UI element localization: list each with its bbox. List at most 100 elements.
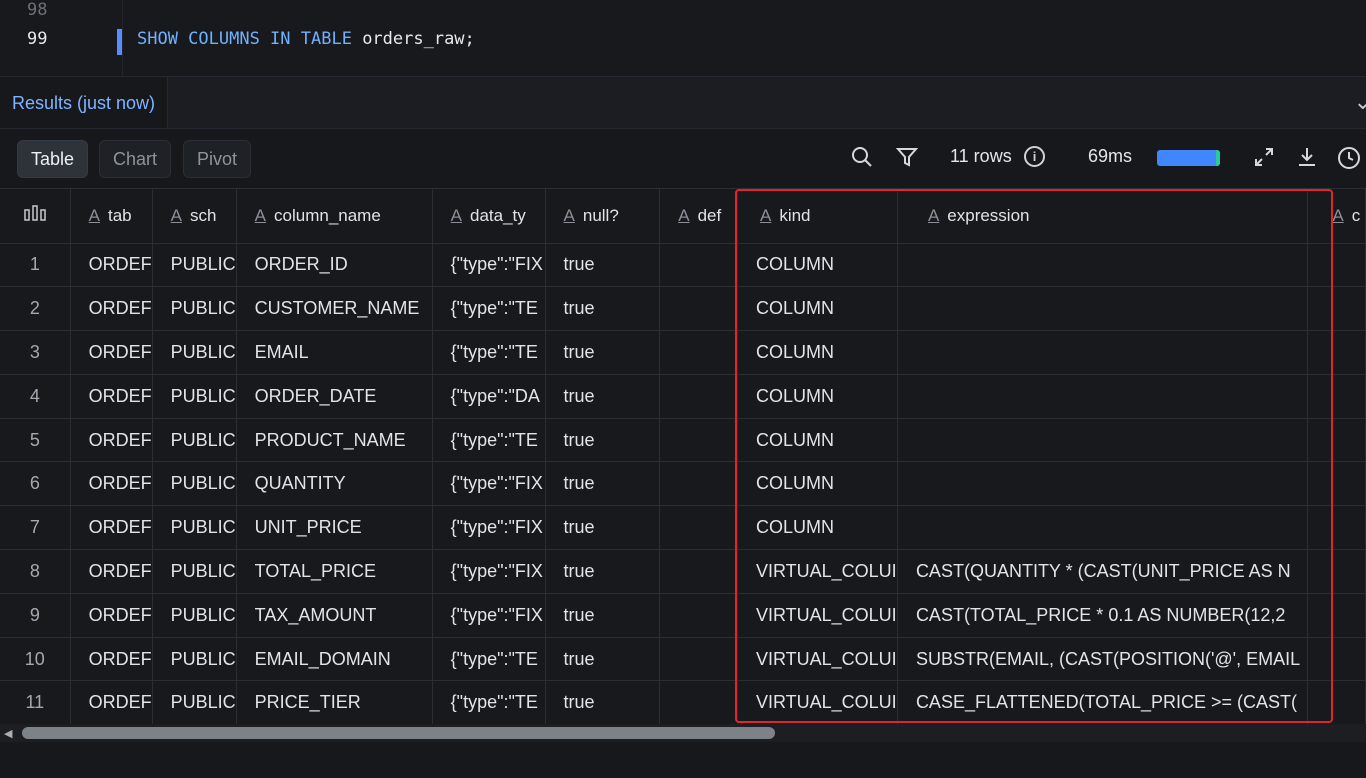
extra-cell[interactable] — [1307, 286, 1366, 332]
kind-cell[interactable]: COLUMN — [737, 461, 898, 507]
default-cell[interactable] — [659, 593, 738, 638]
kind-cell[interactable]: COLUMN — [737, 374, 898, 419]
default-cell[interactable] — [659, 680, 738, 724]
expression-cell[interactable] — [897, 505, 1309, 551]
kind-cell[interactable]: COLUMN — [737, 330, 898, 375]
expression-cell[interactable]: CAST(QUANTITY * (CAST(UNIT_PRICE AS N — [897, 549, 1309, 594]
kind-cell[interactable]: VIRTUAL_COLUI — [737, 637, 898, 682]
table-view-button[interactable]: Table — [17, 140, 89, 178]
kind-cell[interactable]: VIRTUAL_COLUI — [737, 549, 898, 594]
expression-cell[interactable] — [897, 461, 1309, 507]
schema-name-cell[interactable]: PUBLIC — [152, 461, 237, 507]
column-header[interactable]: Ac — [1307, 189, 1366, 244]
column-header[interactable]: Acolumn_name — [236, 189, 433, 244]
null-cell[interactable]: true — [545, 243, 661, 288]
pivot-view-button[interactable]: Pivot — [183, 140, 252, 178]
table-row[interactable]: 5 ORDEF PUBLIC PRODUCT_NAME {"type":"TE true C… — [0, 418, 1366, 463]
schema-name-cell[interactable]: PUBLIC — [152, 330, 237, 375]
schema-name-cell[interactable]: PUBLIC — [152, 374, 237, 419]
table-row[interactable]: 4 ORDEF PUBLIC ORDER_DATE {"type":"DA true COL… — [0, 374, 1366, 419]
table-row[interactable]: 9 ORDEF PUBLIC TAX_AMOUNT {"type":"FIX true VI… — [0, 593, 1366, 638]
default-cell[interactable] — [659, 418, 738, 463]
filter-icon[interactable] — [895, 146, 919, 173]
extra-cell[interactable] — [1307, 330, 1366, 375]
horizontal-scrollbar[interactable]: ◀ — [0, 724, 1366, 742]
expression-cell[interactable] — [897, 330, 1309, 375]
data-type-cell[interactable]: {"type":"TE — [432, 680, 546, 724]
extra-cell[interactable] — [1307, 637, 1366, 682]
column-name-cell[interactable]: PRICE_TIER — [236, 680, 433, 724]
table-name-cell[interactable]: ORDEF — [70, 461, 153, 507]
null-cell[interactable]: true — [545, 330, 661, 375]
schema-name-cell[interactable]: PUBLIC — [152, 243, 237, 288]
column-header[interactable]: Adef — [659, 189, 738, 244]
table-row[interactable]: 3 ORDEF PUBLIC EMAIL {"type":"TE true COLUMN — [0, 330, 1366, 375]
kind-cell[interactable]: VIRTUAL_COLUI — [737, 593, 898, 638]
schema-name-cell[interactable]: PUBLIC — [152, 418, 237, 463]
schema-name-cell[interactable]: PUBLIC — [152, 637, 237, 682]
column-name-cell[interactable]: EMAIL — [236, 330, 433, 375]
table-name-cell[interactable]: ORDEF — [70, 549, 153, 594]
default-cell[interactable] — [659, 330, 738, 375]
row-number[interactable]: 8 — [0, 549, 71, 594]
data-type-cell[interactable]: {"type":"TE — [432, 286, 546, 332]
extra-cell[interactable] — [1307, 418, 1366, 463]
info-icon[interactable]: i — [1024, 146, 1045, 167]
row-number[interactable]: 3 — [0, 330, 71, 375]
schema-name-cell[interactable]: PUBLIC — [152, 549, 237, 594]
column-name-cell[interactable]: QUANTITY — [236, 461, 433, 507]
data-type-cell[interactable]: {"type":"TE — [432, 637, 546, 682]
expand-icon[interactable] — [1253, 146, 1275, 173]
column-name-cell[interactable]: UNIT_PRICE — [236, 505, 433, 551]
data-type-cell[interactable]: {"type":"FIX — [432, 593, 546, 638]
table-row[interactable]: 10 ORDEF PUBLIC EMAIL_DOMAIN {"type":"TE true… — [0, 637, 1366, 682]
data-type-cell[interactable]: {"type":"FIX — [432, 461, 546, 507]
table-name-cell[interactable]: ORDEF — [70, 243, 153, 288]
table-name-cell[interactable]: ORDEF — [70, 418, 153, 463]
code-line[interactable]: SHOW COLUMNS IN TABLE orders_raw; — [137, 29, 475, 49]
extra-cell[interactable] — [1307, 680, 1366, 724]
null-cell[interactable]: true — [545, 593, 661, 638]
kind-cell[interactable]: COLUMN — [737, 286, 898, 332]
table-name-cell[interactable]: ORDEF — [70, 330, 153, 375]
default-cell[interactable] — [659, 505, 738, 551]
scrollbar-thumb[interactable] — [22, 727, 775, 739]
row-number[interactable]: 10 — [0, 637, 71, 682]
column-settings-icon[interactable] — [0, 189, 71, 244]
table-row[interactable]: 8 ORDEF PUBLIC TOTAL_PRICE {"type":"FIX true V… — [0, 549, 1366, 594]
download-icon[interactable] — [1296, 146, 1318, 173]
column-name-cell[interactable]: TAX_AMOUNT — [236, 593, 433, 638]
null-cell[interactable]: true — [545, 418, 661, 463]
null-cell[interactable]: true — [545, 461, 661, 507]
null-cell[interactable]: true — [545, 549, 661, 594]
column-header[interactable]: Atab — [70, 189, 153, 244]
table-name-cell[interactable]: ORDEF — [70, 374, 153, 419]
table-row[interactable]: 11 ORDEF PUBLIC PRICE_TIER {"type":"TE true VI… — [0, 680, 1366, 724]
extra-cell[interactable] — [1307, 549, 1366, 594]
data-type-cell[interactable]: {"type":"DA — [432, 374, 546, 419]
kind-cell[interactable]: COLUMN — [737, 505, 898, 551]
column-name-cell[interactable]: ORDER_DATE — [236, 374, 433, 419]
column-name-cell[interactable]: CUSTOMER_NAME — [236, 286, 433, 332]
expression-cell[interactable]: SUBSTR(EMAIL, (CAST(POSITION('@', EMAIL — [897, 637, 1309, 682]
kind-cell[interactable]: VIRTUAL_COLUI — [737, 680, 898, 724]
null-cell[interactable]: true — [545, 286, 661, 332]
scroll-left-arrow-icon[interactable]: ◀ — [4, 727, 12, 740]
history-clock-icon[interactable] — [1337, 146, 1361, 175]
kind-cell[interactable]: COLUMN — [737, 243, 898, 288]
row-number[interactable]: 1 — [0, 243, 71, 288]
default-cell[interactable] — [659, 461, 738, 507]
column-header[interactable]: Aexpression — [897, 189, 1309, 244]
data-type-cell[interactable]: {"type":"FIX — [432, 243, 546, 288]
data-type-cell[interactable]: {"type":"FIX — [432, 505, 546, 551]
column-name-cell[interactable]: TOTAL_PRICE — [236, 549, 433, 594]
null-cell[interactable]: true — [545, 505, 661, 551]
null-cell[interactable]: true — [545, 680, 661, 724]
column-header[interactable]: Asch — [152, 189, 237, 244]
column-header[interactable]: Anull? — [545, 189, 661, 244]
column-header[interactable]: Akind — [737, 189, 898, 244]
schema-name-cell[interactable]: PUBLIC — [152, 286, 237, 332]
kind-cell[interactable]: COLUMN — [737, 418, 898, 463]
row-number[interactable]: 7 — [0, 505, 71, 551]
row-number[interactable]: 5 — [0, 418, 71, 463]
